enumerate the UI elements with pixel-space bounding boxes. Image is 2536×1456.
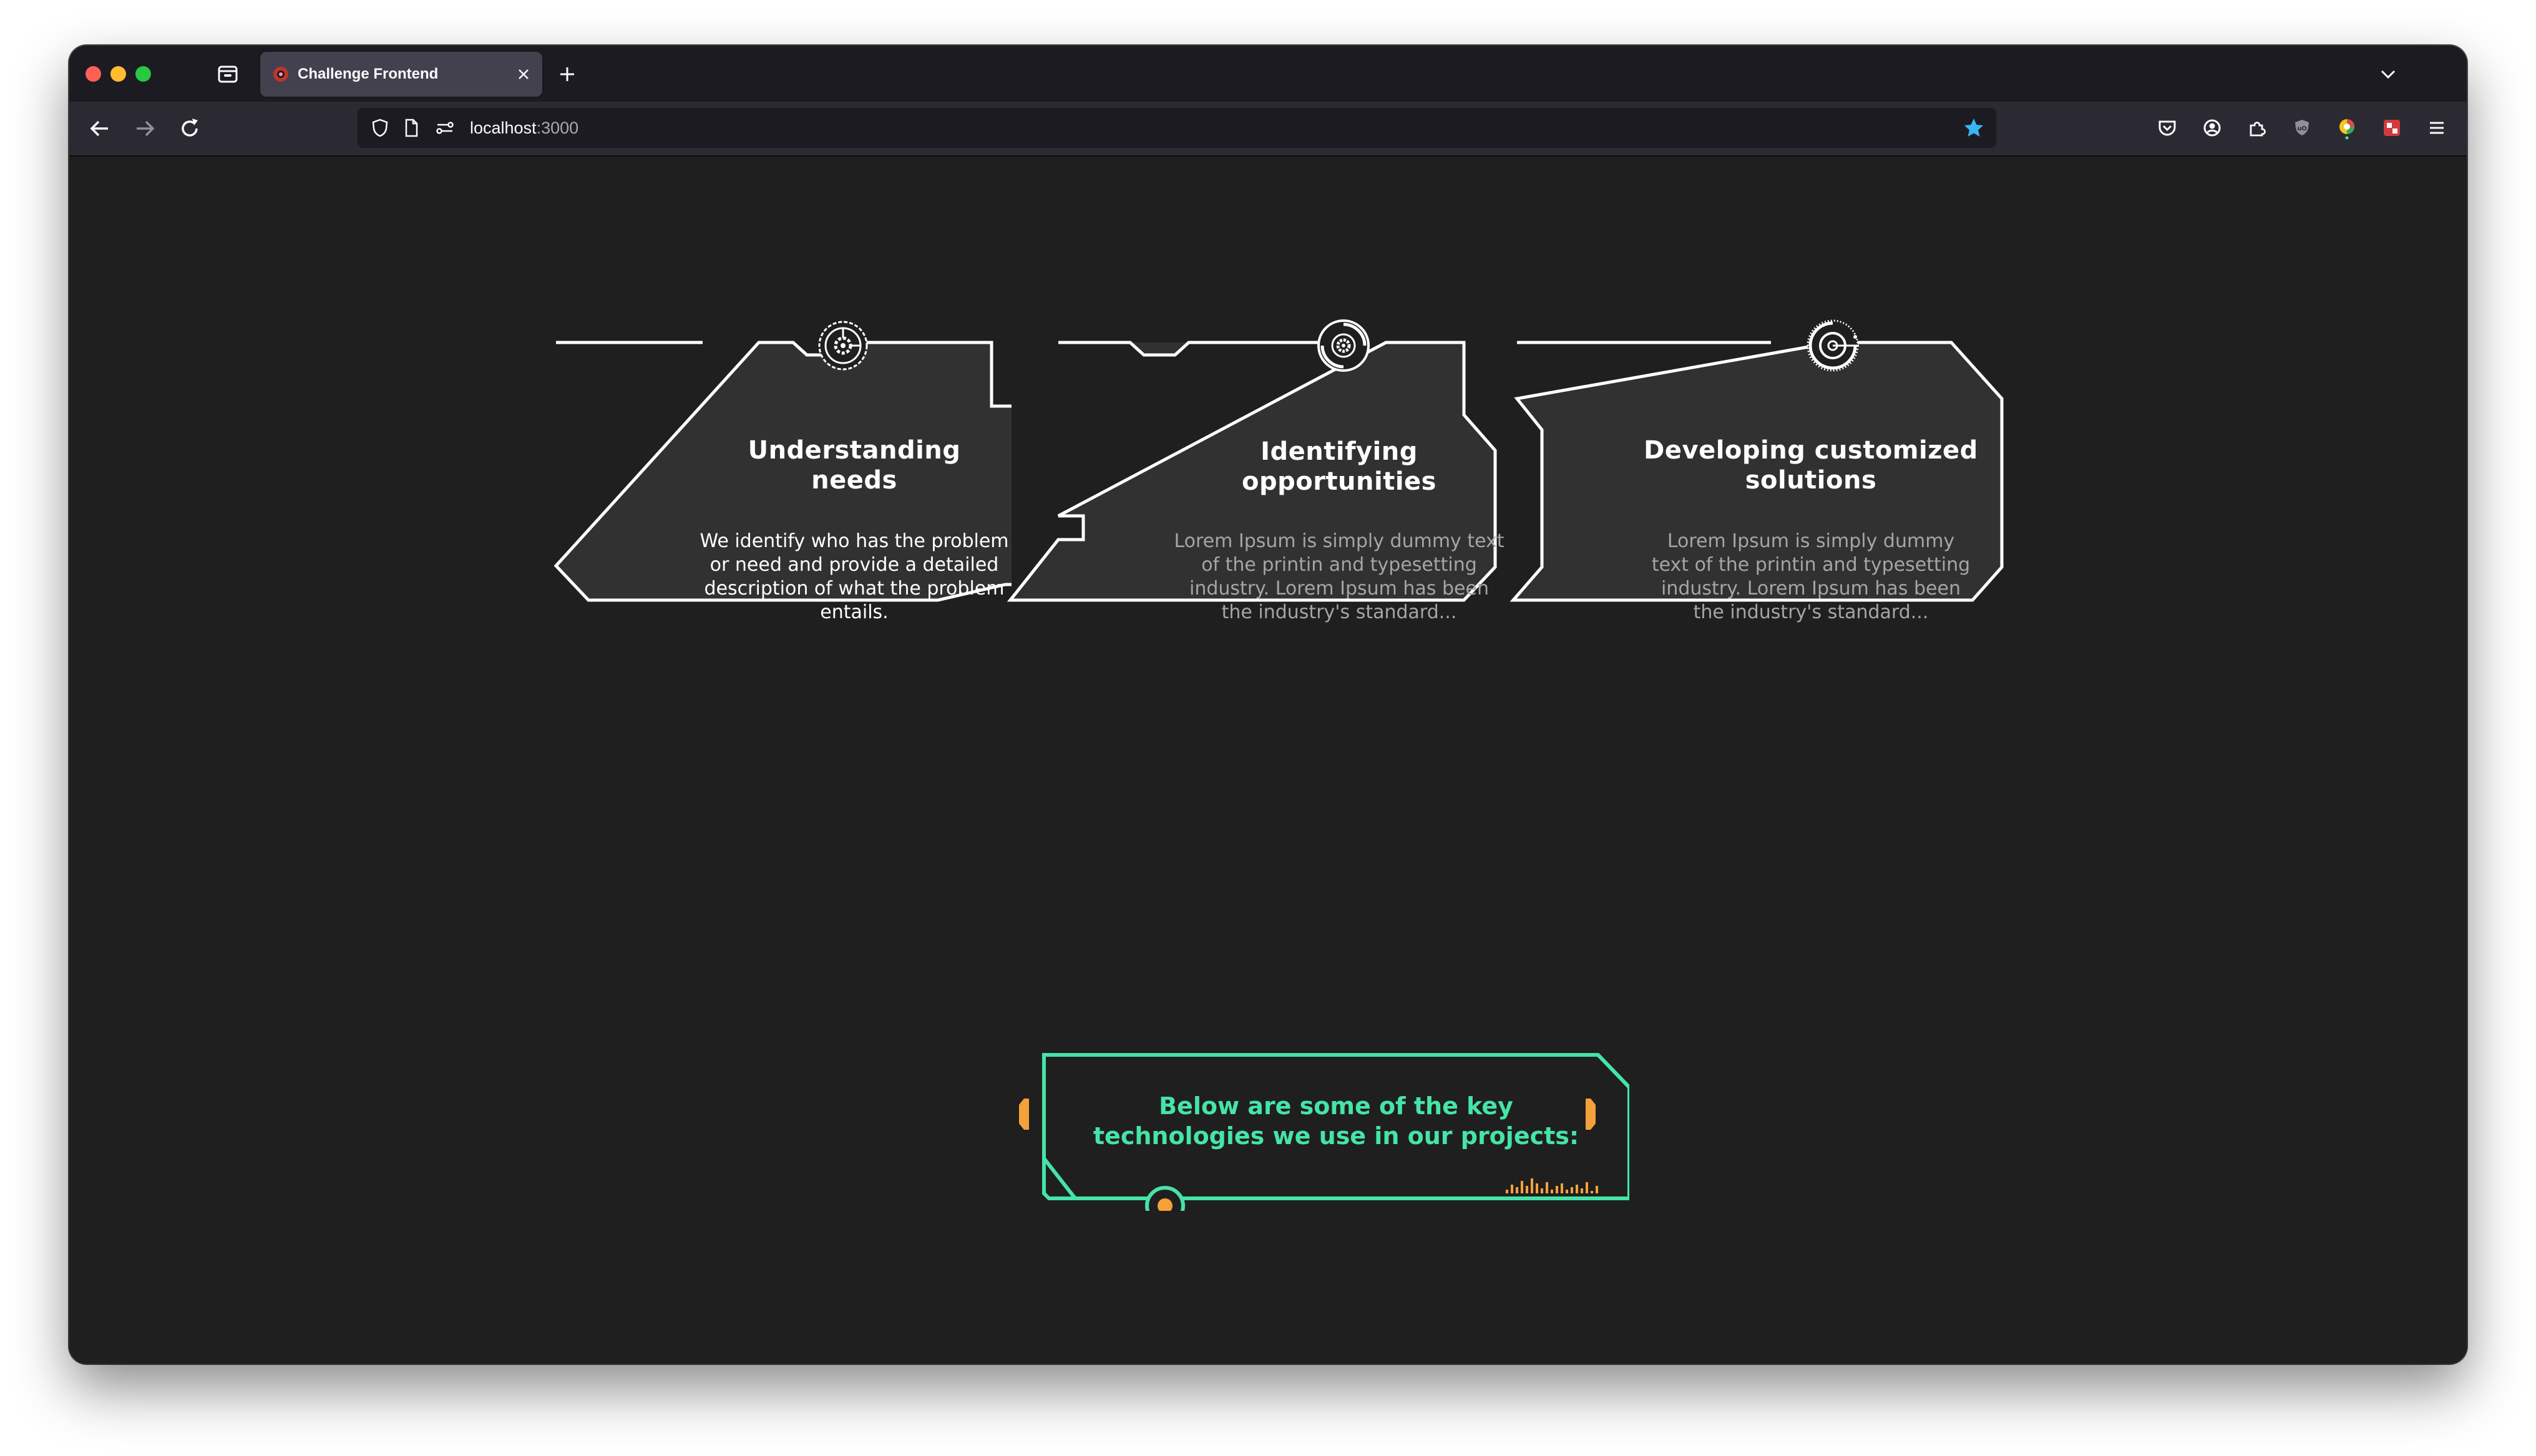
radar-icon	[1317, 319, 1370, 372]
tech-heading-line: Below are some of the key	[1159, 1092, 1513, 1120]
browser-window: Challenge Frontend localhost:3000 uO Und…	[69, 46, 2467, 1364]
url-port: :3000	[536, 119, 579, 137]
card-title: Understanding needs	[648, 435, 1060, 495]
close-window-button[interactable]	[85, 66, 101, 82]
account-icon[interactable]	[2198, 114, 2226, 142]
forward-arrow-icon[interactable]	[130, 114, 159, 143]
card-text-line: the industry's standard...	[1693, 601, 1929, 623]
tab-strip: Challenge Frontend	[69, 46, 2467, 102]
tech-heading-line: technologies we use in our projects:	[1093, 1122, 1579, 1150]
close-tab-icon[interactable]	[515, 66, 532, 83]
card-title: Developing customized solutions	[1580, 435, 2042, 495]
card-description: Lorem Ipsum is simply dummy text of the …	[1592, 530, 2029, 624]
svg-text:uO: uO	[2297, 125, 2307, 132]
list-all-tabs-chevron-icon[interactable]	[2374, 61, 2402, 88]
hamburger-menu-icon[interactable]	[2423, 114, 2451, 142]
card-title-line: Understanding	[748, 436, 961, 465]
site-favicon-icon	[273, 67, 288, 82]
tab-title: Challenge Frontend	[298, 66, 439, 82]
card-text-line: Lorem Ipsum is simply dummy text	[1174, 530, 1505, 552]
card-text-line: or need and provide a detailed	[710, 554, 999, 576]
color-picker-extension-icon[interactable]	[2333, 114, 2361, 142]
permissions-icon[interactable]	[435, 118, 455, 138]
crosshair-icon	[1807, 319, 1859, 372]
card-title-line: solutions	[1745, 466, 1877, 495]
navigation-toolbar: localhost:3000 uO	[69, 102, 2467, 157]
maximize-window-button[interactable]	[135, 66, 151, 82]
gear-target-icon	[818, 321, 868, 371]
card-description: Lorem Ipsum is simply dummy text of the …	[1121, 530, 1558, 624]
card-title-line: Identifying	[1261, 437, 1418, 466]
extensions-puzzle-icon[interactable]	[2243, 114, 2271, 142]
page-info-icon[interactable]	[401, 118, 421, 138]
equalizer-bars	[1506, 1178, 1598, 1193]
card-title: Identifying opportunities	[1133, 437, 1545, 497]
card-text-line: industry. Lorem Ipsum has been	[1189, 578, 1489, 599]
card-text-line: entails.	[820, 601, 889, 623]
bookmark-star-icon[interactable]	[1963, 117, 1985, 139]
new-tab-plus-icon[interactable]	[554, 61, 581, 88]
card-text-line: description of what the problem	[704, 578, 1005, 599]
tab-challenge-frontend[interactable]: Challenge Frontend	[260, 52, 542, 97]
firefox-view-icon[interactable]	[214, 61, 241, 88]
card-text-line: text of the printin and typesetting	[1651, 554, 1971, 576]
card-title-line: needs	[811, 466, 897, 495]
card-text-line: industry. Lorem Ipsum has been	[1661, 578, 1961, 599]
card-title-line: opportunities	[1241, 467, 1436, 496]
tech-banner-heading: Below are some of the key technologies w…	[1061, 1091, 1611, 1151]
reload-icon[interactable]	[175, 114, 204, 143]
card-title-line: Developing customized	[1644, 436, 1978, 465]
privacy-badger-icon[interactable]: uO	[2288, 114, 2316, 142]
minimize-window-button[interactable]	[110, 66, 126, 82]
pocket-icon[interactable]	[2153, 114, 2181, 142]
shield-icon[interactable]	[370, 118, 390, 138]
page-content: Understanding needs We identify who has …	[69, 157, 2467, 1364]
address-bar[interactable]: localhost:3000	[358, 108, 1996, 148]
url-text[interactable]: localhost:3000	[470, 108, 578, 148]
url-host: localhost	[470, 119, 537, 137]
devtools-extension-icon[interactable]	[2378, 114, 2406, 142]
card-text-line: Lorem Ipsum is simply dummy	[1667, 530, 1955, 552]
card-description: We identify who has the problem or need …	[636, 530, 1073, 624]
back-arrow-icon[interactable]	[85, 114, 114, 143]
card-text-line: We identify who has the problem	[700, 530, 1009, 552]
card-text-line: of the printin and typesetting	[1201, 554, 1477, 576]
card-text-line: the industry's standard...	[1221, 601, 1457, 623]
